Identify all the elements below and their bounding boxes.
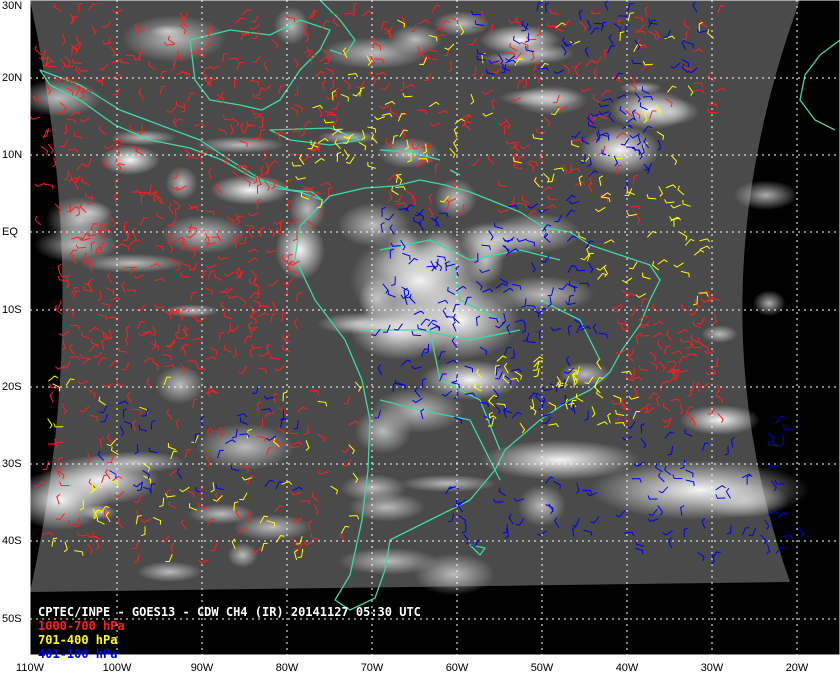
latitude-label: 30S <box>2 458 22 470</box>
legend-entry-high: 401-100 hPa <box>38 647 118 661</box>
cloud-patch <box>84 451 186 473</box>
satellite-wind-map <box>0 0 840 680</box>
product-title: CPTEC/INPE - GOES13 - CDW CH4 (IR) 20141… <box>38 605 421 619</box>
cloud-patch <box>136 561 203 582</box>
longitude-label: 40W <box>615 662 639 674</box>
latitude-label: 10N <box>2 149 23 161</box>
cloud-patch <box>348 492 426 522</box>
cloud-patch <box>121 15 227 62</box>
cloud-patch <box>195 136 286 154</box>
cloud-patch <box>498 88 583 107</box>
longitude-label: 100W <box>102 662 132 674</box>
latitude-label: EQ <box>2 226 18 238</box>
longitude-label: 30W <box>700 662 724 674</box>
latitude-label: 20S <box>2 381 22 393</box>
cloud-patch <box>701 325 738 343</box>
cloud-patch <box>619 81 663 94</box>
longitude-label: 60W <box>445 662 469 674</box>
cloud-patch <box>100 145 160 175</box>
cloud-patch <box>490 213 581 254</box>
cloud-patch <box>149 24 187 38</box>
cloud-patch <box>466 237 504 286</box>
longitude-label: 110W <box>16 662 44 674</box>
latitude-label: 50S <box>2 613 22 625</box>
latitude-label: 10S <box>2 304 22 316</box>
longitude-label: 20W <box>785 662 809 674</box>
latitude-label: 30N <box>2 0 23 12</box>
cloud-patch <box>227 542 258 568</box>
cloud-patch <box>433 11 490 37</box>
cloud-patch <box>752 290 786 317</box>
cloud-patch <box>233 514 312 541</box>
cloud-patch <box>273 6 309 46</box>
cloud-patch <box>413 553 495 596</box>
cloud-patch <box>480 440 640 480</box>
longitude-label: 70W <box>360 662 384 674</box>
cloud-patch <box>155 365 205 405</box>
cloud-patch <box>320 37 429 69</box>
cloud-patch <box>580 125 660 175</box>
longitude-label: 80W <box>275 662 299 674</box>
latitude-label: 40S <box>2 535 22 547</box>
longitude-label: 50W <box>530 662 554 674</box>
cloud-patch <box>733 180 799 211</box>
legend-entry-low: 1000-700 hPa <box>38 619 125 633</box>
cloud-patch <box>680 405 760 435</box>
cloud-patch <box>491 276 595 313</box>
cloud-patch <box>210 175 290 205</box>
cloud-patch <box>196 423 295 471</box>
legend-entry-mid: 701-400 hPa <box>38 633 118 647</box>
latitude-label: 20N <box>2 72 23 84</box>
longitude-label: 90W <box>190 662 214 674</box>
cloud-patch <box>377 137 440 169</box>
cloud-patch <box>165 166 198 201</box>
